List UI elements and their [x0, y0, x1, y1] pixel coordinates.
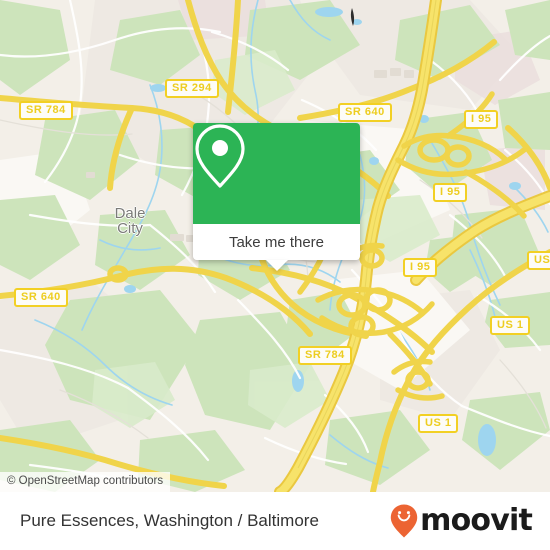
- moovit-pin-icon: [390, 504, 418, 538]
- moovit-wordmark: moovit: [420, 503, 533, 538]
- take-me-there-button[interactable]: Take me there: [193, 224, 360, 271]
- road-shield-i-95-s[interactable]: I 95: [403, 258, 438, 277]
- place-label-line2: City: [117, 220, 143, 237]
- map-canvas[interactable]: Dale City SR 784 SR 294 SR 640 I 95 I 95…: [0, 0, 550, 492]
- place-label-dale-city: Dale City: [100, 206, 160, 236]
- road-shield-sr-784-nw[interactable]: SR 784: [19, 101, 73, 120]
- popup-tail: [265, 260, 288, 271]
- footer-bar: Pure Essences, Washington / Baltimore mo…: [0, 492, 550, 550]
- road-shield-sr-640-n[interactable]: SR 640: [338, 103, 392, 122]
- moovit-logo[interactable]: moovit: [389, 503, 533, 539]
- road-shield-us-edge[interactable]: US: [527, 251, 550, 270]
- place-label-line1: Dale: [114, 205, 146, 222]
- road-shield-i-95-ne[interactable]: I 95: [464, 110, 499, 129]
- road-shield-sr-784-s[interactable]: SR 784: [298, 346, 352, 365]
- road-shield-i-95-mid[interactable]: I 95: [433, 183, 468, 202]
- destination-popup-card[interactable]: Take me there: [193, 123, 360, 271]
- map-pin-icon: [195, 124, 245, 188]
- map-attribution[interactable]: © OpenStreetMap contributors: [0, 472, 171, 492]
- take-me-there-label: Take me there: [228, 233, 325, 251]
- page-title: Pure Essences, Washington / Baltimore: [20, 511, 319, 530]
- road-shield-us-1-e[interactable]: US 1: [490, 316, 531, 335]
- map-screenshot-root: Dale City SR 784 SR 294 SR 640 I 95 I 95…: [0, 0, 550, 550]
- road-shield-sr-294[interactable]: SR 294: [165, 79, 219, 98]
- road-shield-sr-640-sw[interactable]: SR 640: [14, 288, 68, 307]
- popup-pin-area: [193, 123, 360, 224]
- road-shield-us-1-s[interactable]: US 1: [418, 414, 459, 433]
